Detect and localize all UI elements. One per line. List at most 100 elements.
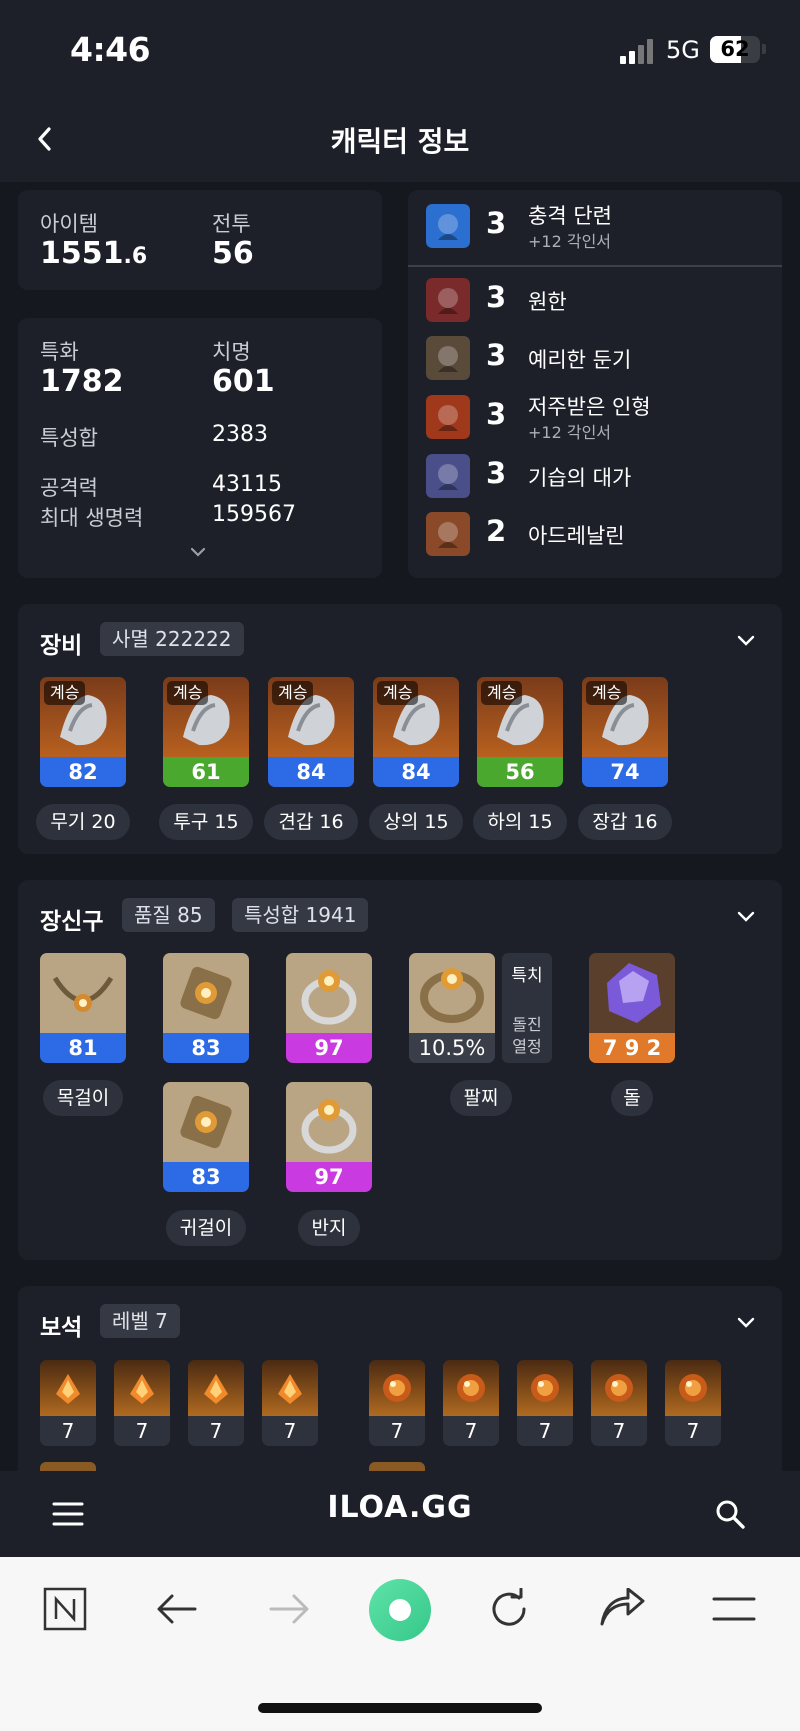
earring-slot-2[interactable]: 83 <box>163 1082 249 1192</box>
equipment-expand-chevron-icon[interactable] <box>735 629 757 651</box>
ring-icon <box>286 953 372 1033</box>
damage-gem-icon <box>188 1360 244 1416</box>
site-logo[interactable]: ILOA.GG <box>0 1490 800 1525</box>
engraving-name: 예리한 둔기 <box>528 348 632 372</box>
back-arrow-icon[interactable] <box>156 1592 198 1626</box>
engraving-name: 저주받은 인형 <box>528 395 651 419</box>
engraving-row[interactable]: 3 원한 <box>412 276 772 328</box>
gem-slot[interactable]: 7 <box>517 1360 573 1446</box>
equipment-quality: 61 <box>163 757 249 787</box>
equipment-slot[interactable]: 계승 61 <box>163 677 249 787</box>
bracelet-slot[interactable]: 10.5% <box>409 953 495 1063</box>
ring-icon <box>286 1082 372 1162</box>
gem-slot[interactable]: 7 <box>591 1360 647 1446</box>
cooldown-gem-icon <box>665 1360 721 1416</box>
engraving-book-level: +12 각인서 <box>528 423 612 442</box>
keen-blunt-weapon-icon <box>426 336 470 380</box>
refresh-icon[interactable] <box>488 1588 530 1630</box>
earring-2-quality: 83 <box>163 1162 249 1192</box>
gem-slot[interactable]: 7 <box>188 1360 244 1446</box>
forward-arrow-icon[interactable] <box>268 1592 310 1626</box>
engraving-row[interactable]: 3 충격 단련 +12 각인서 <box>412 202 772 254</box>
gem-slot[interactable]: 7 <box>262 1360 318 1446</box>
ability-stone-slot[interactable]: 7 9 2 <box>589 953 675 1063</box>
combat-level-value: 56 <box>212 236 254 271</box>
crit-label: 치명 <box>212 340 251 364</box>
equipment-label: 투구 15 <box>159 804 253 840</box>
equipment-slot[interactable]: 계승 82 <box>40 677 126 787</box>
engraving-name: 기습의 대가 <box>528 466 632 490</box>
ring-slot-1[interactable]: 97 <box>286 953 372 1063</box>
equipment-slot[interactable]: 계승 84 <box>373 677 459 787</box>
stat-total-value: 2383 <box>212 422 268 447</box>
engraving-level: 3 <box>486 397 507 431</box>
cooldown-gem-icon <box>517 1360 573 1416</box>
engraving-book-level: +12 각인서 <box>528 232 612 251</box>
equipment-slot[interactable]: 계승 56 <box>477 677 563 787</box>
green-dot-home-icon[interactable] <box>368 1578 432 1642</box>
gem-level: 7 <box>686 1419 700 1443</box>
equipment-quality: 74 <box>582 757 668 787</box>
accessories-title: 장신구 <box>40 909 104 935</box>
equipment-slot[interactable]: 계승 84 <box>268 677 354 787</box>
engraving-row[interactable]: 3 기습의 대가 <box>412 452 772 504</box>
gem-level-tag: 레벨 7 <box>100 1304 180 1338</box>
cooldown-gem-icon <box>443 1360 499 1416</box>
engraving-level: 3 <box>486 338 507 372</box>
battery-level: 62 <box>720 37 750 61</box>
cooldown-gem-icon <box>369 1360 425 1416</box>
gem-slot[interactable]: 7 <box>665 1360 721 1446</box>
equipment-set-tag: 사멸 222222 <box>100 622 244 656</box>
engraving-level: 3 <box>486 280 507 314</box>
damage-gem-icon <box>114 1360 170 1416</box>
gem-level: 7 <box>390 1419 404 1443</box>
accessories-expand-chevron-icon[interactable] <box>735 905 757 927</box>
earring-icon <box>163 1082 249 1162</box>
grade-badge: 계승 <box>167 681 209 705</box>
earring-slot-1[interactable]: 83 <box>163 953 249 1063</box>
engraving-row[interactable]: 3 저주받은 인형 +12 각인서 <box>412 393 772 445</box>
bracelet-value: 10.5% <box>409 1033 495 1063</box>
equipment-label: 하의 15 <box>473 804 567 840</box>
equipment-label: 무기 20 <box>36 804 130 840</box>
ring-slot-2[interactable]: 97 <box>286 1082 372 1192</box>
necklace-slot[interactable]: 81 <box>40 953 126 1063</box>
bracelet-label: 팔찌 <box>450 1080 512 1116</box>
stats-card: 특화 1782 치명 601 특성합 2383 공격력 43115 최대 생명력… <box>18 318 382 578</box>
cooldown-gem-icon <box>591 1360 647 1416</box>
gem-slot[interactable]: 7 <box>369 1360 425 1446</box>
search-icon[interactable] <box>714 1498 746 1530</box>
damage-gem-icon <box>262 1360 318 1416</box>
gems-expand-chevron-icon[interactable] <box>735 1311 757 1333</box>
expand-stats-chevron-icon[interactable] <box>189 544 207 560</box>
earring-1-quality: 83 <box>163 1033 249 1063</box>
engraving-row[interactable]: 3 예리한 둔기 <box>412 334 772 386</box>
gem-slot[interactable]: 7 <box>443 1360 499 1446</box>
menu-lines-icon[interactable] <box>712 1596 756 1622</box>
ring-1-quality: 97 <box>286 1033 372 1063</box>
grade-badge: 계승 <box>377 681 419 705</box>
engraving-level: 2 <box>486 514 507 548</box>
equipment-quality: 84 <box>268 757 354 787</box>
equipment-label: 장갑 16 <box>578 804 672 840</box>
equipment-quality: 82 <box>40 757 126 787</box>
engraving-row[interactable]: 2 아드레날린 <box>412 510 772 562</box>
necklace-icon <box>40 953 126 1033</box>
naver-n-icon[interactable] <box>43 1587 87 1631</box>
ring-label: 반지 <box>298 1210 360 1246</box>
gem-slot[interactable]: 7 <box>40 1360 96 1446</box>
engraving-name: 아드레날린 <box>528 524 625 548</box>
spec-label: 특화 <box>40 340 79 364</box>
gem-level: 7 <box>61 1419 75 1443</box>
equipment-label: 견갑 16 <box>264 804 358 840</box>
necklace-quality: 81 <box>40 1033 126 1063</box>
equipment-slot[interactable]: 계승 74 <box>582 677 668 787</box>
share-arrow-icon[interactable] <box>598 1588 646 1628</box>
gem-slot[interactable]: 7 <box>114 1360 170 1446</box>
gem-level: 7 <box>538 1419 552 1443</box>
necklace-label: 목걸이 <box>43 1080 123 1116</box>
bracelet-effect-1: 특치 <box>511 966 543 986</box>
equipment-label: 상의 15 <box>369 804 463 840</box>
battery-cap <box>762 44 766 54</box>
ability-stone-value: 7 9 2 <box>589 1033 675 1063</box>
